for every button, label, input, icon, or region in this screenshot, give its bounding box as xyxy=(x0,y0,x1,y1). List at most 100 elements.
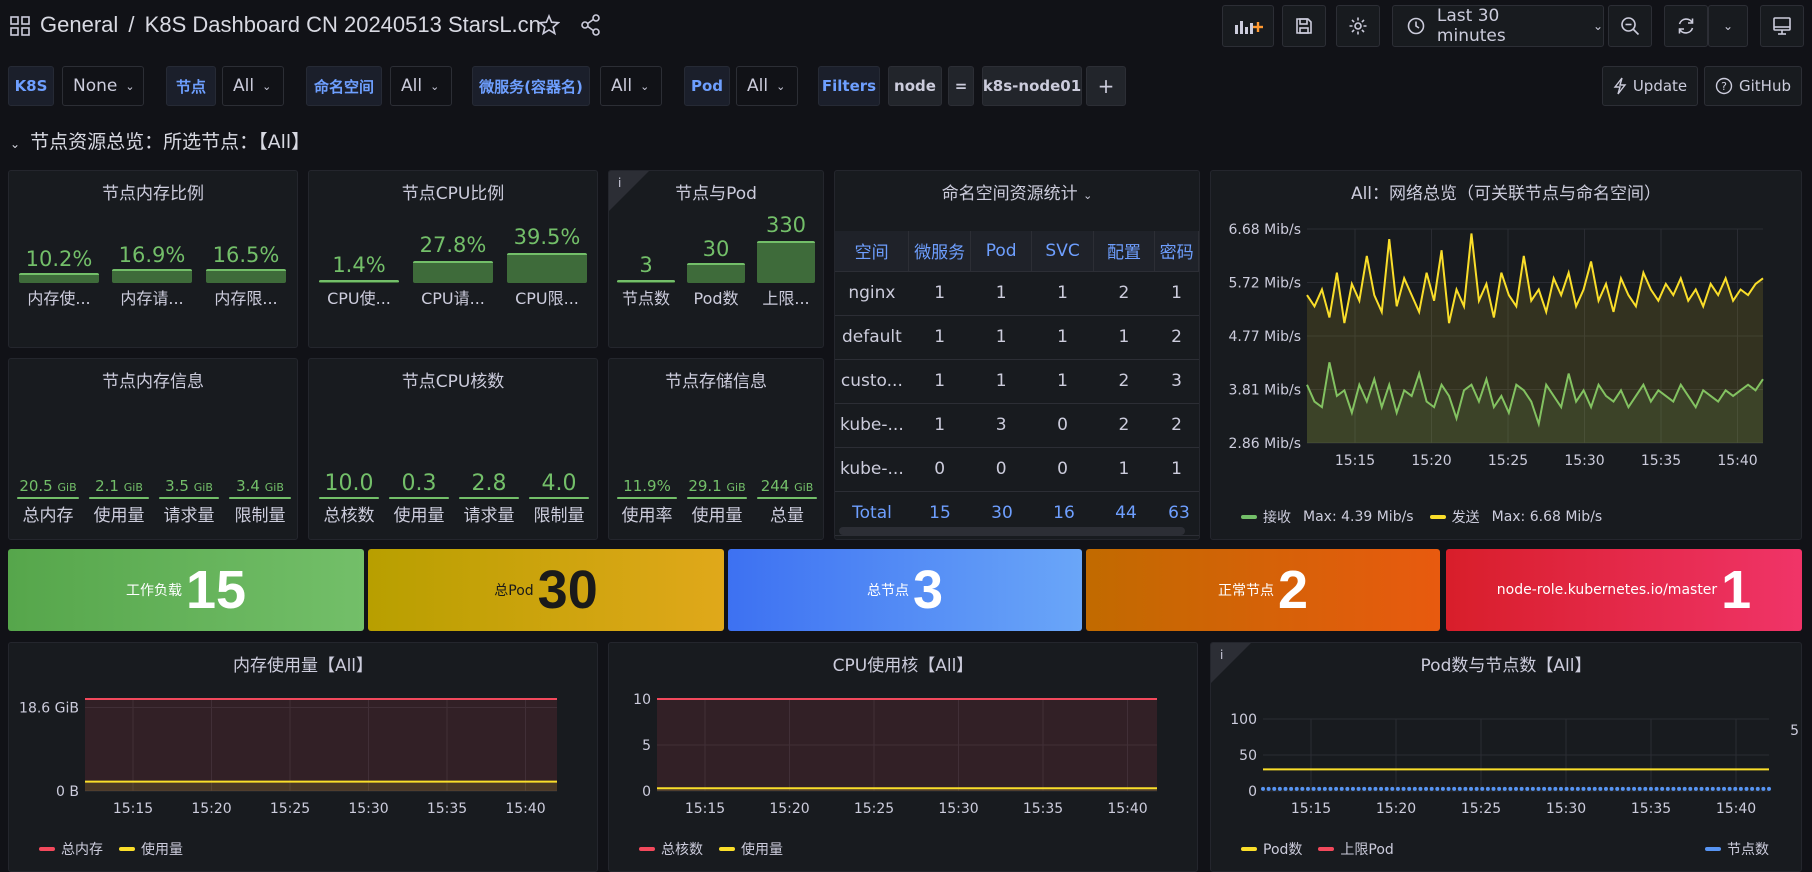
table-header[interactable]: 密码 xyxy=(1154,231,1199,272)
github-link-button[interactable]: ? GitHub xyxy=(1704,66,1802,106)
table-header[interactable]: 配置 xyxy=(1093,231,1156,272)
stat-ready-nodes[interactable]: 正常节点 2 xyxy=(1086,549,1440,631)
series-point xyxy=(1401,786,1406,791)
variable-select-node[interactable]: All ⌄ xyxy=(222,66,284,106)
cpu-usage-chart[interactable]: 0 5 10 15:15 15:20 15:25 15:30 15:35 15:40 xyxy=(609,673,1198,823)
legend-series-name[interactable]: 接收 xyxy=(1263,507,1291,527)
network-chart[interactable]: 2.86 Mib/s 3.81 Mib/s 4.77 Mib/s 5.72 Mib/s… xyxy=(1211,207,1802,507)
gauge-label: 内存使... xyxy=(27,289,91,308)
variable-select-microservice[interactable]: All ⌄ xyxy=(600,66,662,106)
legend-series-name[interactable]: 节点数 xyxy=(1727,839,1769,859)
add-panel-button[interactable] xyxy=(1222,5,1274,47)
gauge-bar xyxy=(687,497,747,499)
legend-series-name[interactable]: 总内存 xyxy=(61,839,103,859)
table-header[interactable]: Pod xyxy=(970,231,1033,272)
gauge-bar xyxy=(206,269,286,283)
legend-swatch xyxy=(1318,847,1335,851)
y-tick-label: 6.68 Mib/s xyxy=(1229,222,1302,238)
stat-value: 15 xyxy=(185,560,247,620)
save-dashboard-button[interactable] xyxy=(1282,5,1326,47)
panel-pod-node-count[interactable]: i Pod数与节点数【All】 0 50 100 5 15:15 15:20 15:25 15… xyxy=(1210,642,1802,872)
y-tick-label: 100 xyxy=(1230,712,1257,728)
variable-select-pod[interactable]: All ⌄ xyxy=(736,66,798,106)
y-tick-label: 0 xyxy=(1248,784,1257,800)
refresh-interval-dropdown[interactable]: ⌄ xyxy=(1708,5,1748,47)
stat-total-nodes[interactable]: 总节点 3 xyxy=(728,549,1082,631)
series-point xyxy=(1710,786,1715,791)
legend-series-name[interactable]: 使用量 xyxy=(141,839,183,859)
table-header[interactable]: SVC xyxy=(1031,231,1094,272)
legend-series-name[interactable]: 总核数 xyxy=(661,839,703,859)
apps-grid-icon[interactable] xyxy=(10,16,30,36)
panel-memory-usage[interactable]: 内存使用量【All】 0 B 18.6 GiB 15:15 15:20 15:25 15:… xyxy=(8,642,598,872)
panel-cpu-cores[interactable]: 节点CPU核数 10.0 总核数 0.3 使用量 2.8 请求量 4.0 限制量 xyxy=(308,358,598,540)
table-header[interactable]: 空间 xyxy=(835,231,910,272)
filter-key[interactable]: node xyxy=(888,66,942,106)
panel-node-pod[interactable]: i 节点与Pod 3 节点数 30 Pod数 330 上限... xyxy=(608,170,824,348)
memory-usage-chart[interactable]: 0 B 18.6 GiB 15:15 15:20 15:25 15:30 15:35 15:4… xyxy=(9,673,598,823)
stat-workloads[interactable]: 工作负载 15 xyxy=(8,549,364,631)
panel-network-overview[interactable]: All：网络总览（可关联节点与命名空间） 2.86 Mib/s 3.81 Mib/… xyxy=(1210,170,1802,540)
zoom-out-button[interactable] xyxy=(1608,5,1652,47)
update-link-button[interactable]: Update xyxy=(1602,66,1698,106)
gauge-unit: GiB xyxy=(193,481,213,494)
panel-cpu-usage[interactable]: CPU使用核【All】 0 5 10 15:15 15:20 15:25 15:30 15:3… xyxy=(608,642,1198,872)
variable-value: All xyxy=(233,76,255,96)
gauge-value: 3.4 xyxy=(236,477,260,495)
gauge-label: 使用量 xyxy=(93,506,145,526)
pod-node-chart[interactable]: 0 50 100 5 15:15 15:20 15:25 15:30 15:35 15:40 xyxy=(1211,673,1802,823)
zoom-out-icon xyxy=(1621,17,1640,36)
star-icon[interactable] xyxy=(538,14,560,36)
stat-total-pods[interactable]: 总Pod 30 xyxy=(368,549,724,631)
variable-value: All xyxy=(611,76,633,96)
panel-storage-info[interactable]: 节点存储信息 11.9% 使用率 29.1 GiB 使用量 244 GiB 总量 xyxy=(608,358,824,540)
panel-title[interactable]: 命名空间资源统计 ⌄ xyxy=(835,179,1199,204)
filter-operator[interactable]: = xyxy=(948,66,974,106)
panel-memory-info[interactable]: 节点内存信息 20.5 GiB 总内存 2.1 GiB 使用量 3.5 GiB … xyxy=(8,358,298,540)
panel-cpu-ratio[interactable]: 节点CPU比例 1.4% CPU使... 27.8% CPU请... 39.5%… xyxy=(308,170,598,348)
dashboard-settings-button[interactable] xyxy=(1336,5,1380,47)
legend-series-name[interactable]: 使用量 xyxy=(741,839,783,859)
tv-mode-button[interactable] xyxy=(1760,5,1804,47)
share-icon[interactable] xyxy=(580,14,602,36)
variable-select-namespace[interactable]: All ⌄ xyxy=(390,66,452,106)
time-picker-button[interactable]: Last 30 minutes ⌄ xyxy=(1392,5,1604,47)
gauge-value: 0.3 xyxy=(401,471,437,496)
table-cell: 1 xyxy=(908,403,971,448)
refresh-button[interactable] xyxy=(1664,5,1708,47)
bar-gauge: 39.5% CPU限... xyxy=(507,225,587,341)
series-point xyxy=(1722,786,1727,791)
horizontal-scrollbar[interactable] xyxy=(839,527,1185,535)
gauge-bar xyxy=(229,497,291,499)
legend-series-name[interactable]: Pod数 xyxy=(1263,839,1302,859)
gauge-label: 总量 xyxy=(770,506,804,526)
gauge-value: 16.9% xyxy=(118,243,186,267)
legend-series-name[interactable]: 上限Pod xyxy=(1340,839,1393,859)
series-area xyxy=(1307,233,1763,443)
variable-select-k8s[interactable]: None ⌄ xyxy=(62,66,144,106)
row-header[interactable]: ⌄ 节点资源总览：所选节点：【All】 xyxy=(10,127,310,154)
series-point xyxy=(1519,786,1524,791)
series-point xyxy=(1367,786,1372,791)
gauge-unit: GiB xyxy=(264,481,284,494)
variable-value: All xyxy=(401,76,423,96)
table-header[interactable]: 微服务 xyxy=(908,231,972,272)
chart-legend: 总内存 使用量 xyxy=(39,839,183,859)
x-tick-label: 15:20 xyxy=(769,801,809,817)
stat-label: node-role.kubernetes.io/master xyxy=(1496,582,1718,598)
series-point xyxy=(1693,786,1698,791)
add-filter-button[interactable]: + xyxy=(1086,66,1126,106)
dashboard-title[interactable]: K8S Dashboard CN 20240513 StarsL.cn xyxy=(145,12,541,37)
filter-value[interactable]: k8s-node01 xyxy=(982,66,1082,106)
x-tick-label: 15:15 xyxy=(1335,453,1375,469)
stat-master-nodes[interactable]: node-role.kubernetes.io/master 1 xyxy=(1446,549,1802,631)
panel-namespace-table[interactable]: 命名空间资源统计 ⌄ 空间 微服务 Pod SVC 配置 密码 nginx 1 1 1… xyxy=(834,170,1200,540)
series-point xyxy=(1350,786,1355,791)
legend-series-name[interactable]: 发送 xyxy=(1452,507,1480,527)
panel-memory-ratio[interactable]: 节点内存比例 10.2% 内存使... 16.9% 内存请... 16.5% 内… xyxy=(8,170,298,348)
gauge-bar xyxy=(687,263,745,283)
breadcrumb-root[interactable]: General xyxy=(40,12,118,37)
table-cell: 1 xyxy=(908,359,971,404)
gauge-label: 总核数 xyxy=(323,506,375,526)
gauge-bar xyxy=(17,497,79,499)
